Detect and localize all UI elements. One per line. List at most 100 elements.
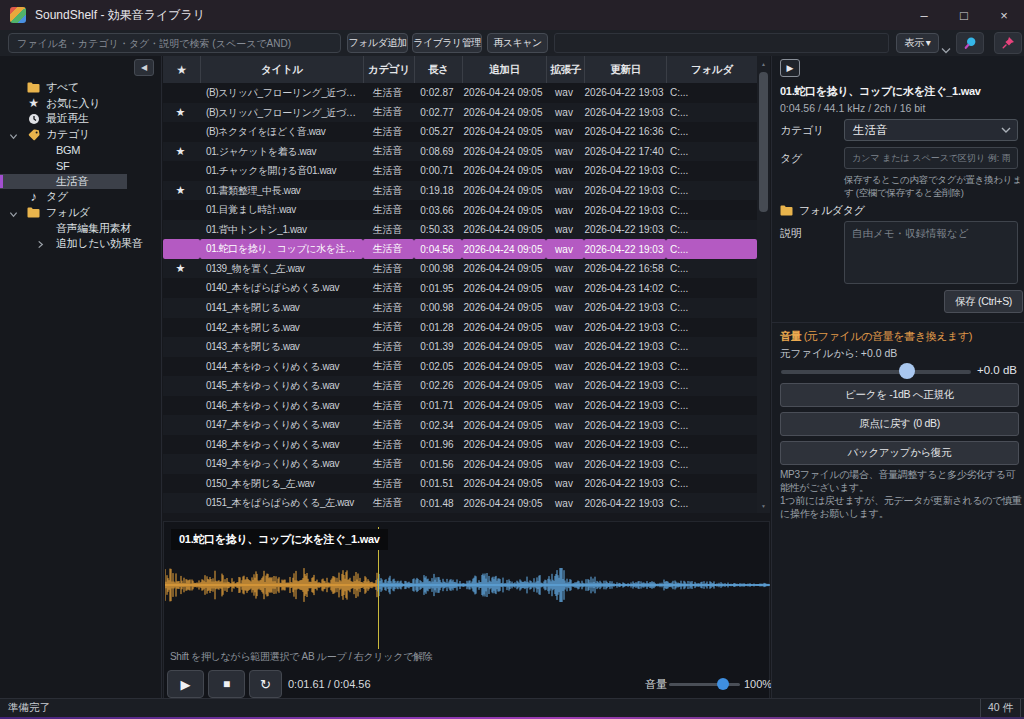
play-button[interactable]: ▶ <box>167 670 204 698</box>
secondary-input[interactable] <box>554 33 889 53</box>
cell-added: 2026-04-24 09:05 <box>462 337 546 357</box>
pin-button[interactable] <box>994 32 1022 54</box>
table-row[interactable]: 0151_本をぱらぱらめくる_左.wav生活音0:01.482026-04-24… <box>163 493 757 513</box>
cell-folder: C:... <box>666 493 757 513</box>
sidebar-item-category[interactable]: カテゴリ <box>0 127 160 143</box>
chevron-down-icon <box>1001 127 1011 133</box>
player-volume-thumb[interactable] <box>717 678 729 690</box>
category-select[interactable]: 生活音 <box>844 119 1018 141</box>
sidebar-item-folder-effects-to-add[interactable]: 追加したい効果音 <box>0 236 160 252</box>
rescan-button[interactable]: 再スキャン <box>487 33 548 53</box>
sidebar-item-all[interactable]: すべて <box>0 80 160 96</box>
table-row[interactable]: 0145_本をゆっくりめくる.wav生活音0:02.262026-04-24 0… <box>163 376 757 396</box>
scrollbar-thumb[interactable] <box>759 72 768 212</box>
cell-length: 0:01.96 <box>414 435 462 455</box>
cell-title: 01.背中トントン_1.wav <box>200 220 363 240</box>
volume-slider-thumb[interactable] <box>899 363 915 379</box>
close-button[interactable]: × <box>984 0 1024 30</box>
table-row[interactable]: 0140_本をぱらぱらめくる.wav生活音0:01.952026-04-24 0… <box>163 278 757 298</box>
volume-slider[interactable] <box>781 370 971 374</box>
sidebar-item-tags[interactable]: ♪タグ <box>0 189 160 205</box>
table-row[interactable]: (B)スリッパ_フローリング_近づいてくる...生活音0:02.872026-0… <box>163 83 757 103</box>
sidebar-collapse-button[interactable]: ◀ <box>134 59 154 76</box>
cell-added: 2026-04-24 09:05 <box>462 415 546 435</box>
item-count: 40 件 <box>980 699 1021 717</box>
search-input[interactable] <box>8 33 341 53</box>
folder-icon <box>27 207 40 218</box>
cell-updated: 2026-04-22 19:03 <box>584 474 666 494</box>
add-folder-button[interactable]: フォルダ追加 <box>347 33 408 53</box>
sidebar-item-category-sf[interactable]: SF <box>0 158 160 174</box>
column-header-1[interactable]: タイトル <box>200 56 363 83</box>
cell-folder: C:... <box>666 337 757 357</box>
maximize-button[interactable]: □ <box>944 0 984 30</box>
cell-category: 生活音 <box>363 220 414 240</box>
table-row[interactable]: 01.チャックを開ける音01.wav生活音0:00.712026-04-24 0… <box>163 161 757 181</box>
scroll-down-icon[interactable]: ▼ <box>757 499 770 512</box>
scroll-up-icon[interactable]: ▲ <box>757 57 770 70</box>
manage-library-button[interactable]: ライブラリ管理 <box>412 33 482 53</box>
status-text: 準備完了 <box>8 701 50 715</box>
restore-backup-button[interactable]: バックアップから復元 <box>780 441 1019 465</box>
table-row[interactable]: 0141_本を閉じる.wav生活音0:00.982026-04-24 09:05… <box>163 298 757 318</box>
table-row[interactable]: ★01.ジャケットを着る.wav生活音0:08.692026-04-24 09:… <box>163 142 757 162</box>
table-row[interactable]: 0146_本をゆっくりめくる.wav生活音0:01.712026-04-24 0… <box>163 396 757 416</box>
table-row[interactable]: ★01.書類整理_中長.wav生活音0:19.182026-04-24 09:0… <box>163 181 757 201</box>
table-row[interactable]: 01.背中トントン_1.wav生活音0:50.332026-04-24 09:0… <box>163 220 757 240</box>
column-header-2[interactable]: カテゴリ <box>363 56 414 83</box>
view-button[interactable]: 表示 ▾ <box>896 33 939 53</box>
table-row[interactable]: 0149_本をゆっくりめくる.wav生活音0:01.562026-04-24 0… <box>163 454 757 474</box>
reset-gain-button[interactable]: 原点に戻す (0 dB) <box>780 412 1019 436</box>
lens-icon <box>963 36 978 51</box>
cell-added: 2026-04-24 09:05 <box>462 220 546 240</box>
cell-star <box>163 239 200 259</box>
normalize-button[interactable]: ピークを -1dB へ正規化 <box>780 383 1019 407</box>
table-row[interactable]: 0143_本を閉じる.wav生活音0:01.392026-04-24 09:05… <box>163 337 757 357</box>
column-header-0[interactable]: ★ <box>163 56 200 83</box>
description-label: 説明 <box>780 226 801 241</box>
column-header-5[interactable]: 拡張子 <box>546 56 584 83</box>
player-volume-slider[interactable] <box>669 683 740 686</box>
cell-updated: 2026-04-22 19:03 <box>584 161 666 181</box>
save-button[interactable]: 保存 (Ctrl+S) <box>944 290 1023 313</box>
sidebar-item-category-bgm[interactable]: BGM <box>0 142 160 158</box>
table-row[interactable]: 0150_本を閉じる_左.wav生活音0:01.512026-04-24 09:… <box>163 474 757 494</box>
sidebar-item-folder-audio-edit-material[interactable]: 音声編集用素材 <box>0 220 160 236</box>
loop-button[interactable]: ↻ <box>249 670 282 698</box>
cell-length: 0:00.71 <box>414 161 462 181</box>
sidebar-item-folders[interactable]: フォルダ <box>0 205 160 221</box>
detail-panel: ▶ 01.蛇口を捻り、コップに水を注ぐ_1.wav 0:04.56 / 44.1… <box>771 56 1024 698</box>
column-header-7[interactable]: フォルダ <box>666 56 757 83</box>
cell-category: 生活音 <box>363 200 414 220</box>
column-header-3[interactable]: 長さ <box>414 56 462 83</box>
cell-star <box>163 337 200 357</box>
minimize-button[interactable]: – <box>904 0 944 30</box>
table-row[interactable]: (B)ネクタイをほどく音.wav生活音0:05.272026-04-24 09:… <box>163 122 757 142</box>
table-row[interactable]: 0148_本をゆっくりめくる.wav生活音0:01.962026-04-24 0… <box>163 435 757 455</box>
pin-icon <box>1001 36 1015 50</box>
sidebar: ◀ すべて★お気に入り最近再生カテゴリBGMSF生活音♪タグフォルダ音声編集用素… <box>0 56 162 698</box>
tag-input[interactable] <box>844 147 1018 169</box>
sidebar-item-category-daily-life[interactable]: 生活音 <box>0 174 127 190</box>
sidebar-item-recent[interactable]: 最近再生 <box>0 111 160 127</box>
column-header-4[interactable]: 追加日 <box>462 56 546 83</box>
stop-button[interactable]: ■ <box>208 670 245 698</box>
cell-updated: 2026-04-22 19:03 <box>584 103 666 123</box>
sidebar-item-favorites[interactable]: ★お気に入り <box>0 96 160 112</box>
cell-ext: wav <box>546 396 584 416</box>
table-row[interactable]: 01.目覚まし時計.wav生活音0:03.662026-04-24 09:05w… <box>163 200 757 220</box>
table-row[interactable]: 0142_本を閉じる.wav生活音0:01.282026-04-24 09:05… <box>163 318 757 338</box>
table-row[interactable]: ★(B)スリッパ_フローリング_近づいてくる...生活音0:02.772026-… <box>163 103 757 123</box>
detail-play-button[interactable]: ▶ <box>780 59 800 77</box>
table-row[interactable]: 0147_本をゆっくりめくる.wav生活音0:02.342026-04-24 0… <box>163 415 757 435</box>
lens-button[interactable] <box>956 32 984 54</box>
player-volume-percent: 100% <box>744 670 772 698</box>
table-row[interactable]: 0144_本をゆっくりめくる.wav生活音0:02.052026-04-24 0… <box>163 357 757 377</box>
table-scrollbar[interactable]: ▲ ▼ <box>757 56 770 513</box>
table-row[interactable]: ★0139_物を置く_左.wav生活音0:00.982026-04-24 09:… <box>163 259 757 279</box>
description-textarea[interactable] <box>844 221 1018 284</box>
chevron-down-icon <box>9 132 18 141</box>
cell-added: 2026-04-24 09:05 <box>462 298 546 318</box>
column-header-6[interactable]: 更新日 <box>584 56 666 83</box>
table-row[interactable]: 01.蛇口を捻り、コップに水を注ぐ_1.wav生活音0:04.562026-04… <box>163 239 757 259</box>
